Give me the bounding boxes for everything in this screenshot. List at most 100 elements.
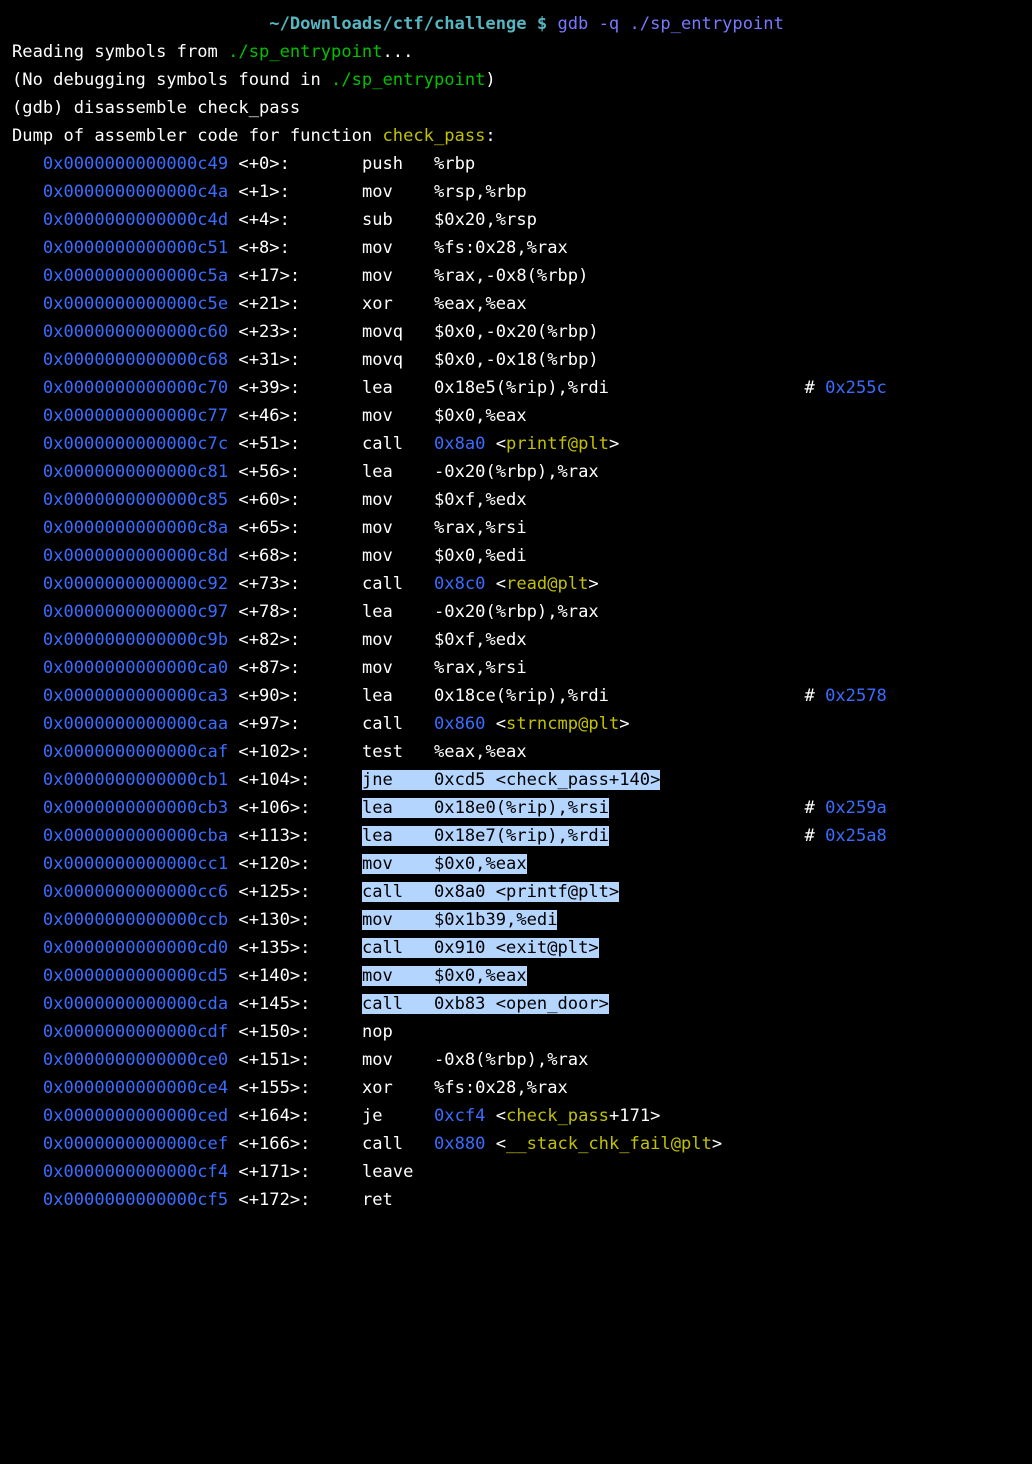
disasm-row: 0x0000000000000cc1 <+120>: mov $0x0,%eax [12,850,1020,878]
mnemonic: mov [362,658,393,678]
mnemonic: lea [362,826,434,846]
disasm-row: 0x0000000000000c92 <+73>: call 0x8c0 <re… [12,570,1020,598]
operand: < [485,1106,506,1126]
address: 0x0000000000000cb3 [43,798,228,818]
operand: $0x1b39,%edi [434,910,558,930]
offset: <+39>: [238,378,320,398]
operand: $0x0,%edi [434,546,527,566]
mnemonic: jne [362,770,434,790]
offset: <+125>: [238,882,320,902]
operand: strncmp@plt [506,714,619,734]
offset: <+23>: [238,322,320,342]
mnemonic: leave [362,1162,413,1182]
operand: $0x0,%eax [434,406,527,426]
disasm-row: 0x0000000000000c60 <+23>: movq $0x0,-0x2… [12,318,1020,346]
operand: %rax,%rsi [434,518,527,538]
operand: 0xcf4 [434,1106,485,1126]
disasm-row: 0x0000000000000c81 <+56>: lea -0x20(%rbp… [12,458,1020,486]
address: 0x0000000000000cf4 [43,1162,228,1182]
operand: > [588,574,598,594]
operand: 0xcd5 <check_pass+140> [434,770,660,790]
mnemonic: call [362,994,434,1014]
address: 0x0000000000000c5e [43,294,228,314]
mnemonic: mov [362,238,393,258]
offset: <+150>: [238,1022,320,1042]
operand: < [485,574,506,594]
offset: <+68>: [238,546,320,566]
address: 0x0000000000000c49 [43,154,228,174]
address: 0x0000000000000ced [43,1106,228,1126]
offset: <+145>: [238,994,320,1014]
address: 0x0000000000000c81 [43,462,228,482]
mnemonic: mov [362,1050,393,1070]
address: 0x0000000000000ca3 [43,686,228,706]
address: 0x0000000000000ca0 [43,658,228,678]
address: 0x0000000000000cd5 [43,966,228,986]
offset: <+120>: [238,854,320,874]
address: 0x0000000000000c97 [43,602,228,622]
mnemonic: call [362,434,403,454]
address: 0x0000000000000caf [43,742,228,762]
comment-address: 0x2578 [825,686,887,706]
offset: <+151>: [238,1050,320,1070]
disasm-row: 0x0000000000000cba <+113>: lea 0x18e7(%r… [12,822,1020,850]
address: 0x0000000000000c70 [43,378,228,398]
disasm-row: 0x0000000000000ccb <+130>: mov $0x1b39,%… [12,906,1020,934]
operand: 0x18e5(%rip),%rdi [434,378,609,398]
operand: 0x880 [434,1134,485,1154]
operand: %rsp,%rbp [434,182,527,202]
operand: %fs:0x28,%rax [434,1078,568,1098]
prompt-cwd: ~/Downloads/ctf/challenge [269,14,526,34]
offset: <+73>: [238,574,320,594]
disasm-row: 0x0000000000000c4a <+1>: mov %rsp,%rbp [12,178,1020,206]
operand: 0x8a0 <printf@plt> [434,882,619,902]
disasm-row: 0x0000000000000caa <+97>: call 0x860 <st… [12,710,1020,738]
address: 0x0000000000000c5a [43,266,228,286]
operand: -0x8(%rbp),%rax [434,1050,588,1070]
offset: <+46>: [238,406,320,426]
operand: < [485,714,506,734]
offset: <+140>: [238,966,320,986]
operand: $0xf,%edx [434,630,527,650]
mnemonic: mov [362,910,434,930]
disasm-row: 0x0000000000000c49 <+0>: push %rbp [12,150,1020,178]
offset: <+17>: [238,266,320,286]
disasm-row: 0x0000000000000cf4 <+171>: leave [12,1158,1020,1186]
offset: <+172>: [238,1190,320,1210]
mnemonic: mov [362,966,434,986]
operand: %rax,%rsi [434,658,527,678]
mnemonic: xor [362,294,393,314]
operand: $0x20,%rsp [434,210,537,230]
mnemonic: mov [362,518,393,538]
offset: <+78>: [238,602,320,622]
disasm-row: 0x0000000000000ce0 <+151>: mov -0x8(%rbp… [12,1046,1020,1074]
mnemonic: mov [362,854,434,874]
terminal-output[interactable]: ~/Downloads/ctf/challenge $ gdb -q ./sp_… [0,0,1032,1224]
disasm-row: 0x0000000000000c5a <+17>: mov %rax,-0x8(… [12,262,1020,290]
operand: 0x860 [434,714,485,734]
operand: $0x0,%eax [434,854,527,874]
operand: 0x910 <exit@plt> [434,938,599,958]
offset: <+60>: [238,490,320,510]
mnemonic: mov [362,182,393,202]
operand: check_pass [506,1106,609,1126]
address: 0x0000000000000c68 [43,350,228,370]
offset: <+106>: [238,798,320,818]
disasm-row: 0x0000000000000c5e <+21>: xor %eax,%eax [12,290,1020,318]
operand: printf@plt [506,434,609,454]
address: 0x0000000000000ce0 [43,1050,228,1070]
disasm-row: 0x0000000000000c4d <+4>: sub $0x20,%rsp [12,206,1020,234]
offset: <+171>: [238,1162,320,1182]
comment-address: 0x259a [825,798,887,818]
operand: __stack_chk_fail@plt [506,1134,712,1154]
no-debug-symbols-line: (No debugging symbols found in ./sp_entr… [12,66,1020,94]
offset: <+155>: [238,1078,320,1098]
disasm-row: 0x0000000000000c70 <+39>: lea 0x18e5(%ri… [12,374,1020,402]
operand: %rbp [434,154,475,174]
disasm-row: 0x0000000000000c8d <+68>: mov $0x0,%edi [12,542,1020,570]
operand: -0x20(%rbp),%rax [434,462,599,482]
mnemonic: test [362,742,403,762]
comment-address: 0x255c [825,378,887,398]
mnemonic: nop [362,1022,393,1042]
mnemonic: movq [362,350,403,370]
